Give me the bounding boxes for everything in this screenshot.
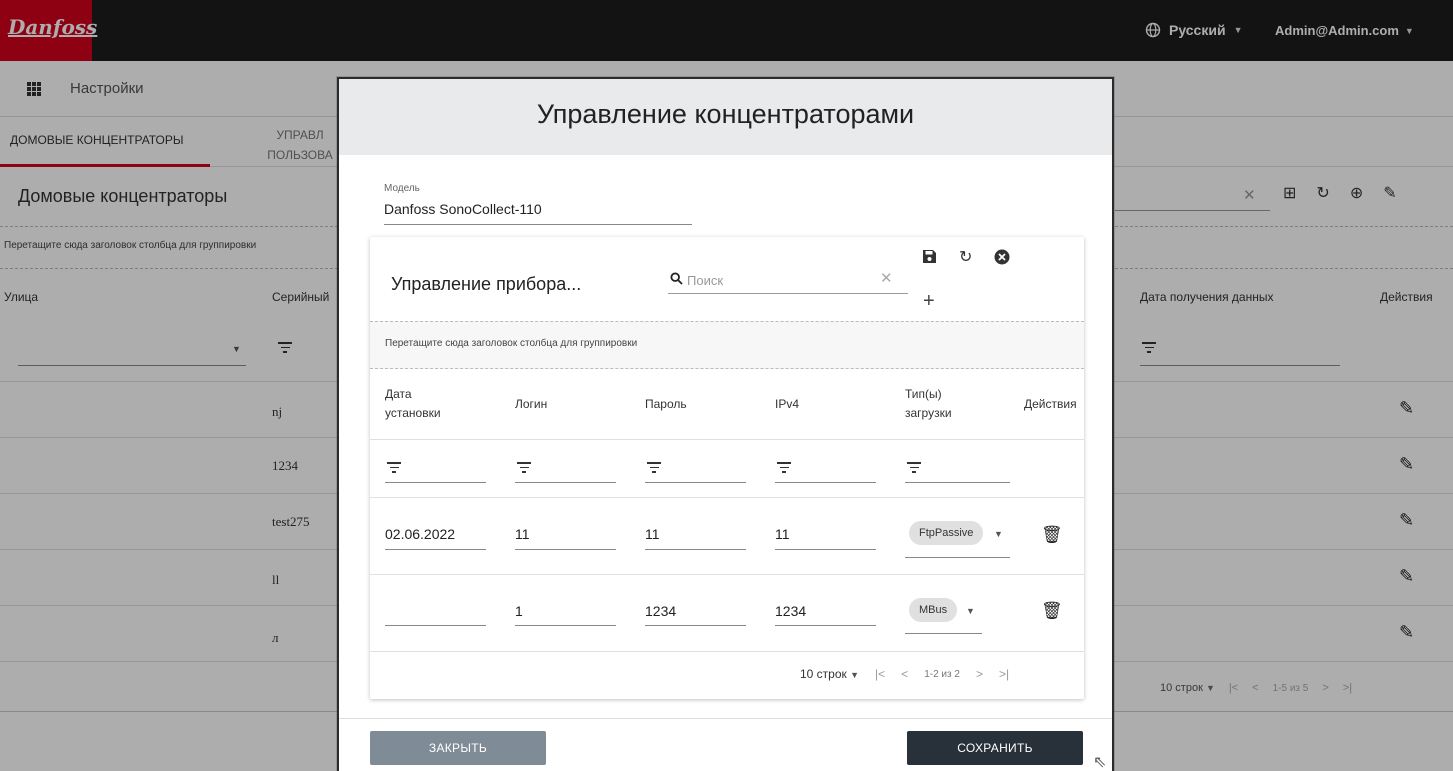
column-header-load-types[interactable]: Тип(ы) загрузки <box>905 385 952 423</box>
cell-underline <box>775 549 876 550</box>
cell-underline <box>645 549 746 550</box>
column-header-login[interactable]: Логин <box>515 395 547 414</box>
devices-toolbar: ↻ <box>922 249 1010 267</box>
search-icon <box>670 272 683 285</box>
filter-icon[interactable] <box>517 462 531 476</box>
model-field[interactable]: Danfoss SonoCollect-110 <box>384 201 542 217</box>
chevron-down-icon[interactable]: ▼ <box>994 529 1003 539</box>
ipv4-cell[interactable]: 11 <box>775 526 790 542</box>
rows-per-page-select[interactable]: 10 строк ▼ <box>800 667 859 681</box>
group-by-hint: Перетащите сюда заголовок столбца для гр… <box>385 338 638 349</box>
divider <box>370 497 1084 498</box>
concentrator-dialog: Управление концентраторами Модель Danfos… <box>337 77 1114 771</box>
divider <box>370 439 1084 440</box>
divider <box>370 574 1084 575</box>
login-cell[interactable]: 11 <box>515 526 530 542</box>
add-icon[interactable]: + <box>923 290 935 313</box>
divider <box>370 651 1084 652</box>
group-by-area[interactable]: Перетащите сюда заголовок столбца для гр… <box>370 321 1084 369</box>
close-button[interactable]: ЗАКРЫТЬ <box>370 731 546 765</box>
last-page-icon[interactable]: >| <box>999 667 1009 681</box>
filter-icon[interactable] <box>907 462 921 476</box>
login-cell[interactable]: 1 <box>515 603 523 619</box>
dialog-title: Управление концентраторами <box>536 99 915 129</box>
cell-underline <box>385 549 486 550</box>
column-header-password[interactable]: Пароль <box>645 395 687 414</box>
cell-underline <box>775 625 876 626</box>
dialog-header: Управление концентраторами <box>339 79 1112 155</box>
first-page-icon[interactable]: |< <box>875 667 885 681</box>
load-type-select-underline <box>905 557 1010 558</box>
devices-pager: 10 строк ▼ |< < 1-2 из 2 > >| <box>800 667 1009 681</box>
filter-field-ipv4[interactable] <box>775 482 876 483</box>
cancel-icon[interactable] <box>994 249 1010 265</box>
load-type-select-underline <box>905 633 982 634</box>
page-range: 1-2 из 2 <box>924 668 960 680</box>
filter-icon[interactable] <box>647 462 661 476</box>
ipv4-cell[interactable]: 1234 <box>775 603 806 619</box>
model-field-underline <box>384 224 692 225</box>
cell-underline <box>515 549 616 550</box>
filter-field-password[interactable] <box>645 482 746 483</box>
next-page-icon[interactable]: > <box>976 667 983 681</box>
filter-icon[interactable] <box>387 462 401 476</box>
cell-underline <box>515 625 616 626</box>
password-cell[interactable]: 11 <box>645 526 660 542</box>
load-type-chip[interactable]: MBus <box>909 598 958 622</box>
delete-icon[interactable]: 🗑 <box>1041 525 1063 545</box>
cell-underline <box>645 625 746 626</box>
refresh-icon[interactable]: ↻ <box>959 247 972 267</box>
filter-field-install-date[interactable] <box>385 482 486 483</box>
password-cell[interactable]: 1234 <box>645 603 676 619</box>
search-input[interactable] <box>687 270 877 290</box>
column-header-actions: Действия <box>1024 397 1077 411</box>
save-button[interactable]: СОХРАНИТЬ <box>907 731 1083 765</box>
cell-underline <box>385 625 486 626</box>
model-label: Модель <box>384 183 420 194</box>
prev-page-icon[interactable]: < <box>901 667 908 681</box>
chevron-down-icon[interactable]: ▼ <box>966 606 975 616</box>
save-icon[interactable] <box>922 249 937 264</box>
filter-field-login[interactable] <box>515 482 616 483</box>
devices-title: Управление прибора... <box>391 274 582 294</box>
clear-icon[interactable]: ✕ <box>880 269 893 287</box>
column-header-install-date[interactable]: Дата установки <box>385 385 441 423</box>
mouse-cursor-icon: ⇖ <box>1093 754 1107 771</box>
filter-icon[interactable] <box>777 462 791 476</box>
search-underline <box>668 293 908 294</box>
column-header-ipv4[interactable]: IPv4 <box>775 395 799 414</box>
divider <box>339 718 1112 719</box>
devices-card: Управление прибора... ✕ ↻ + Перетащите с… <box>370 237 1084 699</box>
install-date-cell[interactable]: 02.06.2022 <box>385 526 455 542</box>
delete-icon[interactable]: 🗑 <box>1041 601 1063 621</box>
load-type-chip[interactable]: FtpPassive <box>909 521 984 545</box>
filter-field-load-types[interactable] <box>905 482 1010 483</box>
